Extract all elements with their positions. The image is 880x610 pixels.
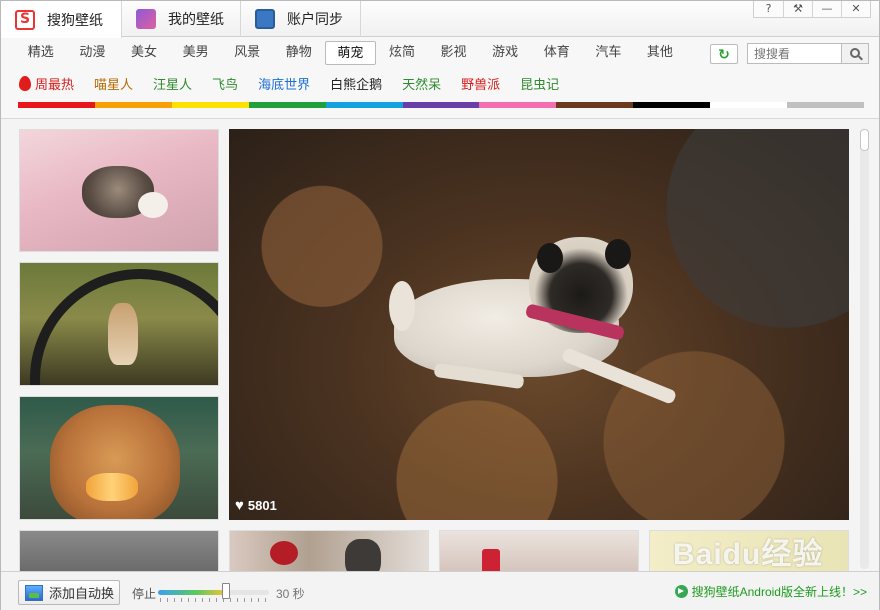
category-minimal[interactable]: 炫简: [376, 41, 428, 65]
add-auto-change-button[interactable]: 添加自动换: [18, 580, 120, 605]
promo-text: 搜狗壁纸Android版全新上线！>>: [691, 585, 867, 599]
color-swatch-black[interactable]: [633, 102, 711, 108]
baidu-watermark: Baidu经验: [673, 538, 824, 571]
window-controls: ? ⚒ — ✕: [753, 1, 871, 18]
wallpaper-icon: [25, 584, 43, 601]
wallpaper-thumb-kitten-wheel[interactable]: [19, 262, 219, 386]
scrollbar-thumb[interactable]: [860, 129, 869, 151]
color-swatch-gray[interactable]: [787, 102, 864, 108]
close-button[interactable]: ✕: [841, 1, 870, 17]
category-handsome[interactable]: 美男: [170, 41, 222, 65]
color-swatch-purple[interactable]: [402, 102, 480, 108]
color-swatch-yellow[interactable]: [171, 102, 249, 108]
color-swatch-white[interactable]: [710, 102, 788, 108]
color-swatch-brown[interactable]: [556, 102, 634, 108]
subcategory-weekly-hot[interactable]: 周最热: [19, 74, 74, 93]
tab-my-wallpaper[interactable]: 我的壁纸: [122, 1, 241, 37]
like-count-value: 5801: [247, 498, 277, 513]
color-swatch-pink[interactable]: [479, 102, 557, 108]
tab-label: 我的壁纸: [168, 11, 224, 27]
subcategory-bears-penguins[interactable]: 白熊企鹅: [330, 74, 382, 93]
refresh-button[interactable]: ↻: [710, 44, 738, 64]
wallpaper-thumb-red-object[interactable]: [439, 530, 639, 571]
interval-slider[interactable]: [158, 590, 269, 595]
tab-label: 账户同步: [287, 11, 343, 27]
play-icon: [674, 585, 688, 598]
category-nav: 精选 动漫 美女 美男 风景 静物 萌宠 炫简 影视 游戏 体育 汽车 其他: [15, 41, 686, 65]
slider-handle[interactable]: [222, 583, 230, 599]
help-button[interactable]: ?: [754, 1, 783, 17]
color-swatch-red[interactable]: [18, 102, 95, 108]
add-auto-change-label: 添加自动换: [49, 586, 115, 601]
app-window: 搜狗壁纸 我的壁纸 账户同步 ? ⚒ — ✕ 精选 动漫 美女 美男 风景 静物…: [0, 0, 880, 610]
search-button[interactable]: [841, 43, 869, 64]
subcategory-nav: 周最热 喵星人 汪星人 飞鸟 海底世界 白熊企鹅 天然呆 野兽派 昆虫记: [19, 73, 579, 93]
subcategory-beasts[interactable]: 野兽派: [461, 74, 500, 93]
category-film[interactable]: 影视: [428, 41, 480, 65]
category-scenery[interactable]: 风景: [221, 41, 273, 65]
my-wallpaper-icon: [136, 9, 156, 29]
tab-label: 搜狗壁纸: [47, 11, 103, 28]
category-featured[interactable]: 精选: [15, 41, 67, 65]
minimize-button[interactable]: —: [812, 1, 841, 17]
wallpaper-thumb-kitten-blanket[interactable]: [19, 129, 219, 252]
category-pets[interactable]: 萌宠: [324, 41, 377, 65]
wallpaper-thumb-cat-rose[interactable]: [229, 530, 429, 571]
color-swatch-green[interactable]: [248, 102, 326, 108]
sogou-logo-icon: [15, 9, 35, 30]
color-filter-bar: [18, 102, 864, 108]
subcategory-naive[interactable]: 天然呆: [402, 74, 441, 93]
refresh-icon: ↻: [718, 46, 730, 62]
android-promo-link[interactable]: 搜狗壁纸Android版全新上线！>>: [674, 583, 867, 600]
subcategory-birds[interactable]: 飞鸟: [212, 74, 238, 93]
account-sync-icon: [255, 9, 275, 29]
category-other[interactable]: 其他: [634, 41, 686, 65]
category-sports[interactable]: 体育: [531, 41, 583, 65]
interval-label: 30 秒: [276, 587, 305, 601]
top-tab-bar: 搜狗壁纸 我的壁纸 账户同步 ? ⚒ — ✕: [1, 1, 879, 38]
settings-button[interactable]: ⚒: [783, 1, 812, 17]
stop-label: 停止: [132, 587, 157, 601]
subcategory-insects[interactable]: 昆虫记: [520, 74, 559, 93]
flame-icon: [19, 75, 31, 91]
subcategory-cats[interactable]: 喵星人: [94, 74, 133, 93]
heart-icon: ♥: [235, 497, 244, 514]
bottom-toolbar: 添加自动换 停止 30 秒 搜狗壁纸Android版全新上线！>>: [1, 571, 879, 610]
slider-ticks: [160, 598, 268, 602]
like-count[interactable]: ♥ 5801: [235, 497, 277, 514]
search-input[interactable]: [747, 43, 842, 64]
wallpaper-thumb-dog-butterfly[interactable]: [19, 396, 219, 520]
vertical-scrollbar[interactable]: [860, 129, 869, 569]
subcategory-dogs[interactable]: 汪星人: [153, 74, 192, 93]
subcategory-label: 周最热: [35, 76, 75, 92]
subcategory-undersea[interactable]: 海底世界: [258, 74, 310, 93]
category-games[interactable]: 游戏: [479, 41, 531, 65]
color-swatch-blue[interactable]: [325, 102, 403, 108]
wallpaper-thumb-gray-fabric[interactable]: [19, 530, 219, 571]
category-still-life[interactable]: 静物: [273, 41, 325, 65]
featured-wallpaper-pug[interactable]: ♥ 5801: [229, 129, 849, 520]
category-cars[interactable]: 汽车: [583, 41, 635, 65]
wallpaper-grid: ♥ 5801: [1, 118, 879, 571]
category-anime[interactable]: 动漫: [67, 41, 119, 65]
tab-sogou-wallpaper[interactable]: 搜狗壁纸: [1, 1, 122, 38]
tab-account-sync[interactable]: 账户同步: [241, 1, 361, 37]
category-beauty[interactable]: 美女: [118, 41, 170, 65]
color-swatch-orange[interactable]: [94, 102, 172, 108]
